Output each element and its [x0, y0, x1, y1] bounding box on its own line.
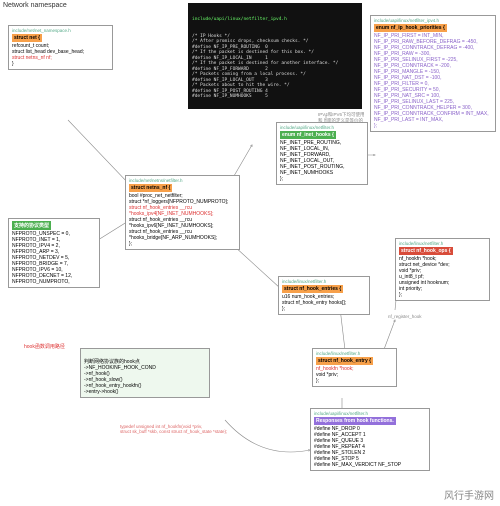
watermark: 风行手游网 [444, 487, 494, 502]
header-inet-hooks: enum nf_inet_hooks { [280, 131, 336, 139]
line: }; [374, 123, 492, 129]
header-hook-entry: struct nf_hook_entry { [316, 357, 373, 365]
header-netns-nf: struct netns_nf { [129, 184, 172, 192]
header-enum-priorities: enum nf_ip_hook_priorities { [374, 24, 447, 32]
file-label: include/net/net_namespace.h [12, 28, 109, 33]
box-responses: include/uapi/linux/netfilter.h Responses… [310, 408, 430, 471]
line: }; [399, 292, 486, 298]
annotation: IPV4和IPV6下均可使用和上面的定义是等价的 [318, 112, 365, 124]
box-struct-net: include/net/net_namespace.h struct net {… [8, 25, 113, 70]
header-struct-net: struct net { [12, 34, 42, 42]
line: #define NF_IP_NUMHOOKS 5 [192, 94, 358, 100]
box-inet-hooks: include/uapi/linux/netfilter.h enum nf_i… [276, 122, 368, 185]
file-label: include/net/netns/netfilter.h [129, 178, 236, 183]
line: }; [282, 306, 366, 312]
line: } [12, 61, 109, 67]
header-proto-types: 支持的协议类型 [12, 221, 51, 230]
header-hook-ops: struct nf_hook_ops { [399, 247, 453, 255]
box-hook-entry: include/linux/netfilter.h struct nf_hook… [312, 348, 397, 387]
line: }; [280, 176, 364, 182]
line: }; [129, 241, 236, 247]
box-call-path: hook函数调用路径 判断网络协议族的hook点->NF_HOOK/NF_HOO… [80, 348, 210, 398]
file-label: include/uapi/linux/netfilter_ipv4.h [192, 17, 358, 23]
box-hook-ops: include/linux/netfilter.h struct nf_hook… [395, 238, 490, 301]
file-label: include/linux/netfilter.h [399, 241, 486, 246]
diagram-title: Network namespace [3, 2, 67, 9]
box-proto-types: 支持的协议类型 NFPROTO_UNSPEC = 0,NFPROTO_INET … [8, 218, 100, 288]
line: /* If the packet is destined for another… [192, 61, 358, 67]
call-path-title: hook函数调用路径 [24, 343, 146, 350]
file-label: include/uapi/linux/netfilter_ipv4.h [374, 18, 492, 23]
box-enum-priorities: include/uapi/linux/netfilter_ipv4.h enum… [370, 15, 496, 132]
annotation-reg-hook: nf_register_hook [388, 314, 422, 319]
header-hook-entries: struct nf_hook_entries { [282, 285, 343, 293]
file-label: include/linux/netfilter.h [316, 351, 393, 356]
typedef-annot: typedef unsigned int nf_hookfn(void *pri… [120, 424, 227, 434]
file-label: include/uapi/linux/netfilter.h [280, 125, 364, 130]
line: ->entry->hook() [84, 389, 206, 395]
box-hook-entries: include/linux/netfilter.h struct nf_hook… [278, 276, 370, 315]
line: }; [316, 378, 393, 384]
header-responses: Responses from hook functions. [314, 417, 396, 425]
line: 判断网络协议族的hook点 [84, 358, 206, 365]
code-block: include/uapi/linux/netfilter_ipv4.h /* I… [188, 3, 362, 109]
box-netns-nf: include/net/netns/netfilter.h struct net… [125, 175, 240, 250]
line: NFPROTO_NUMPROTO, [12, 279, 96, 285]
line: #define NF_MAX_VERDICT NF_STOP [314, 462, 426, 468]
file-label: include/linux/netfilter.h [282, 279, 366, 284]
file-label: include/uapi/linux/netfilter.h [314, 411, 426, 416]
